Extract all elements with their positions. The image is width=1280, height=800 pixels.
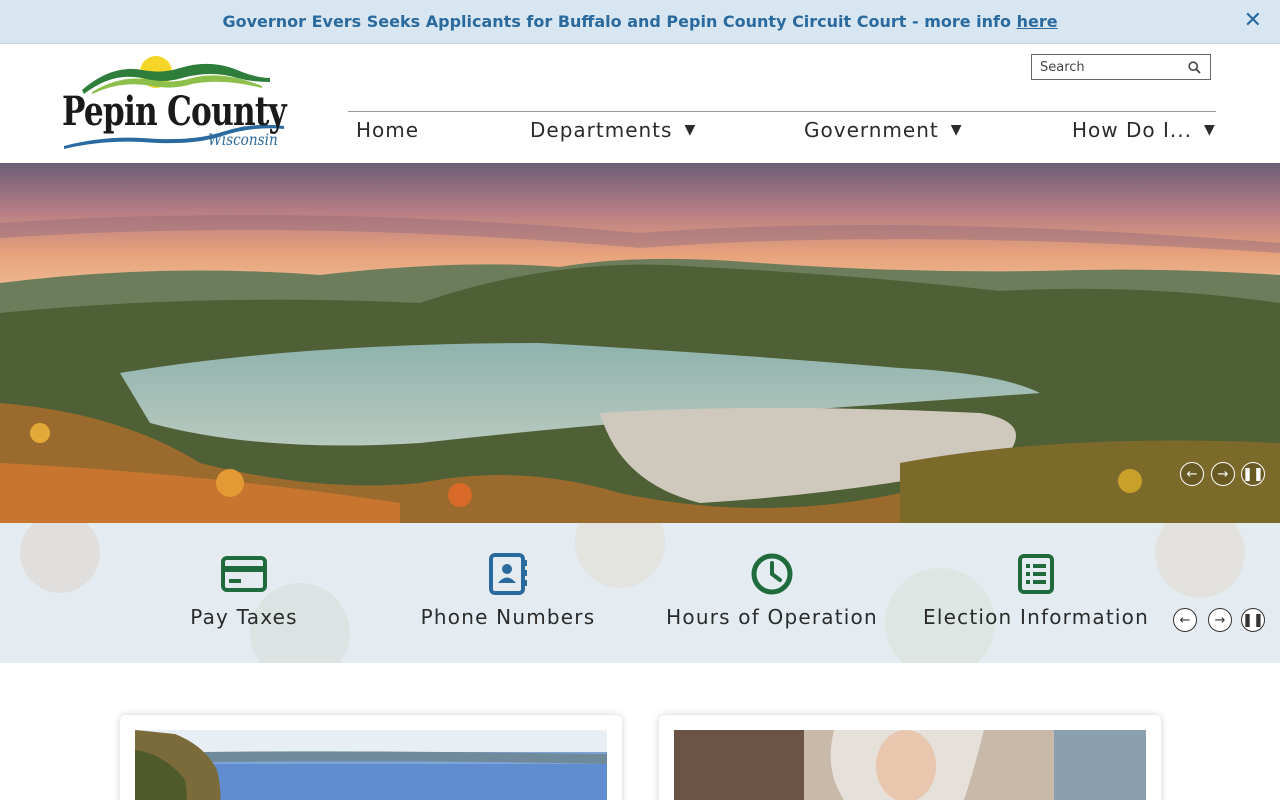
nav-label: Government xyxy=(804,118,939,142)
quick-links-next-button[interactable]: → xyxy=(1208,608,1232,632)
hero-landscape-image xyxy=(0,163,1280,523)
hero-slideshow: ← → ❚❚ xyxy=(0,163,1280,523)
credit-card-icon xyxy=(221,551,267,597)
alert-close-icon[interactable]: ✕ xyxy=(1244,8,1262,34)
main-navigation: Home Departments ▼ Government ▼ How Do I..… xyxy=(348,111,1216,151)
quick-links-bar: Pay Taxes Phone Numbers Hours of Operati… xyxy=(0,523,1280,663)
hero-next-button[interactable]: → xyxy=(1211,462,1235,486)
contact-book-icon xyxy=(485,551,531,597)
quick-link-pay-taxes[interactable]: Pay Taxes xyxy=(114,551,374,629)
quick-link-election-information[interactable]: Election Information xyxy=(906,551,1166,629)
logo-title: Pepin County xyxy=(62,88,287,135)
search-input[interactable] xyxy=(1032,56,1180,78)
alert-more-info-link[interactable]: here xyxy=(1017,12,1058,31)
arrow-left-icon: ← xyxy=(1186,466,1198,482)
quick-link-label: Pay Taxes xyxy=(190,605,298,629)
hero-prev-button[interactable]: ← xyxy=(1180,462,1204,486)
feature-card-person[interactable] xyxy=(659,715,1161,800)
person-reading-image xyxy=(674,730,1146,800)
nav-item-departments[interactable]: Departments ▼ xyxy=(530,118,696,142)
site-header: Pepin County Wisconsin Home Departments ▼… xyxy=(0,44,1280,163)
search-box xyxy=(1031,54,1211,80)
alert-text: Governor Evers Seeks Applicants for Buff… xyxy=(222,12,1017,31)
nav-item-how-do-i[interactable]: How Do I... ▼ xyxy=(1072,118,1216,142)
arrow-left-icon: ← xyxy=(1179,612,1191,628)
pause-icon: ❚❚ xyxy=(1242,612,1264,628)
caret-down-icon: ▼ xyxy=(1203,122,1216,138)
pepin-county-logo[interactable]: Pepin County Wisconsin xyxy=(62,52,288,152)
lake-view-image xyxy=(135,730,607,800)
feature-card-lake[interactable] xyxy=(120,715,622,800)
quick-link-phone-numbers[interactable]: Phone Numbers xyxy=(378,551,638,629)
list-document-icon xyxy=(1013,551,1059,597)
alert-message: Governor Evers Seeks Applicants for Buff… xyxy=(222,12,1057,31)
quick-link-hours[interactable]: Hours of Operation xyxy=(642,551,902,629)
quick-links-pause-button[interactable]: ❚❚ xyxy=(1241,608,1265,632)
arrow-right-icon: → xyxy=(1217,466,1229,482)
caret-down-icon: ▼ xyxy=(684,122,697,138)
alert-banner: Governor Evers Seeks Applicants for Buff… xyxy=(0,0,1280,44)
nav-label: Home xyxy=(356,118,420,142)
nav-label: How Do I... xyxy=(1072,118,1192,142)
quick-link-label: Election Information xyxy=(923,605,1149,629)
search-icon xyxy=(1187,60,1201,74)
quick-links-prev-button[interactable]: ← xyxy=(1173,608,1197,632)
quick-link-label: Hours of Operation xyxy=(666,605,878,629)
logo-subtitle: Wisconsin xyxy=(208,130,278,149)
nav-item-government[interactable]: Government ▼ xyxy=(804,118,963,142)
caret-down-icon: ▼ xyxy=(950,122,963,138)
clock-icon xyxy=(749,551,795,597)
arrow-right-icon: → xyxy=(1214,612,1226,628)
hero-pause-button[interactable]: ❚❚ xyxy=(1241,462,1265,486)
nav-item-home[interactable]: Home xyxy=(356,118,419,142)
nav-label: Departments xyxy=(530,118,673,142)
pause-icon: ❚❚ xyxy=(1242,466,1264,482)
search-button[interactable] xyxy=(1180,55,1208,79)
quick-link-label: Phone Numbers xyxy=(420,605,596,629)
